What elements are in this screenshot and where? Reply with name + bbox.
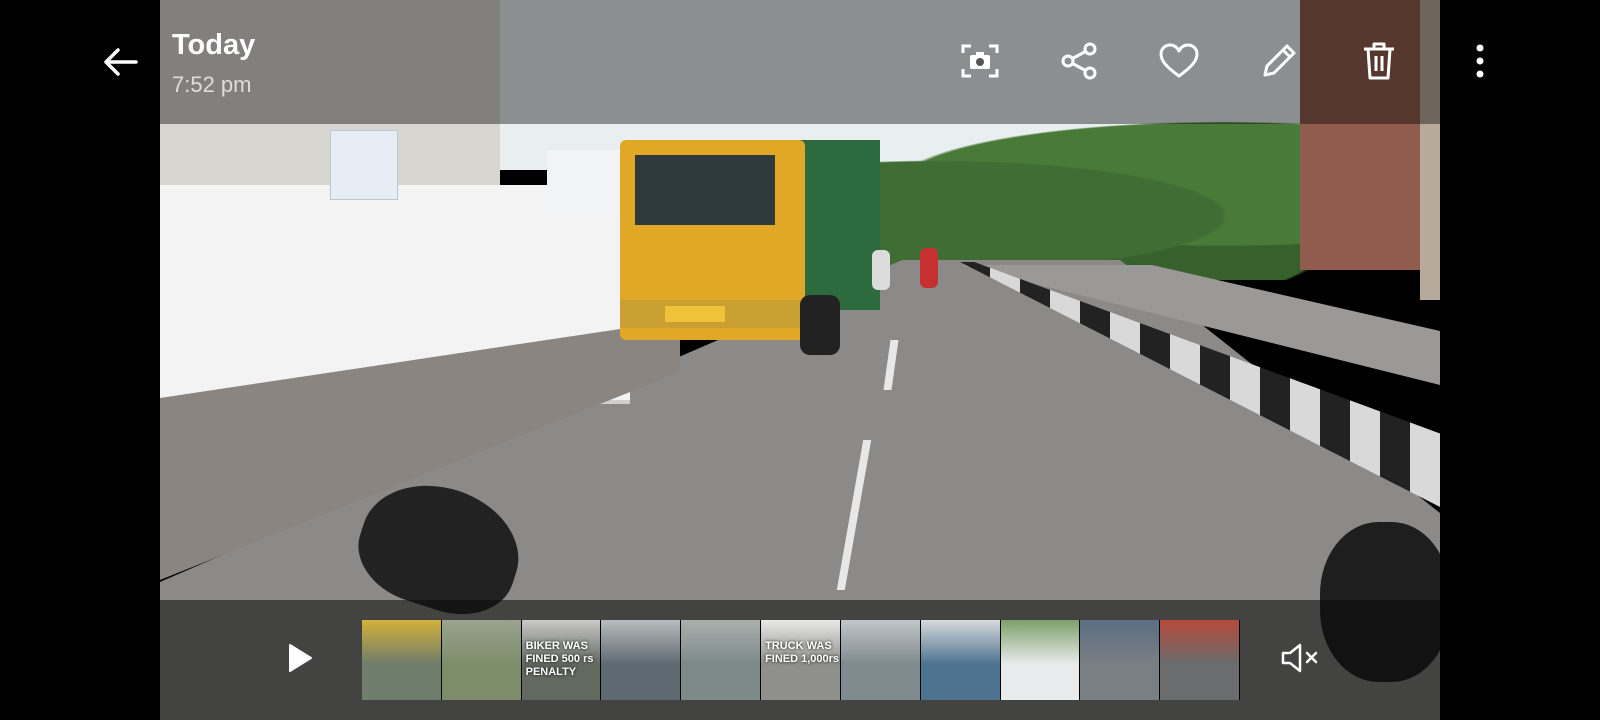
- filmstrip-thumbnail[interactable]: [601, 620, 682, 700]
- thumbnail-caption: TRUCK WAS FINED 1,000rs: [765, 640, 840, 665]
- more-options-button[interactable]: [1456, 41, 1504, 85]
- truck-plate: [665, 306, 725, 322]
- page-title: Today: [172, 29, 256, 61]
- scooter-rider: [920, 248, 938, 288]
- pencil-icon: [1259, 41, 1299, 86]
- filmstrip-thumbnail[interactable]: [441, 620, 522, 700]
- mute-button[interactable]: [1276, 636, 1324, 684]
- play-button[interactable]: [276, 636, 324, 684]
- filmstrip-thumbnail[interactable]: [681, 620, 762, 700]
- filmstrip-thumbnail[interactable]: [362, 620, 442, 700]
- camera-capture-icon: [960, 42, 1000, 85]
- thumbnail-caption: BIKER WAS FINED 500 rs PENALTY: [525, 640, 594, 678]
- filmstrip-thumbnail[interactable]: [920, 620, 1001, 700]
- filmstrip-thumbnail[interactable]: [1160, 620, 1240, 700]
- timestamp: 7:52 pm: [172, 72, 252, 97]
- delete-button[interactable]: [1355, 41, 1403, 85]
- back-button[interactable]: [96, 40, 144, 88]
- more-vertical-icon: [1475, 43, 1485, 84]
- header-scrim: [160, 0, 1440, 124]
- video-filmstrip[interactable]: BIKER WAS FINED 500 rs PENALTY TRUCK WAS …: [362, 620, 1240, 700]
- truck-wheel: [800, 295, 840, 355]
- share-icon: [1060, 41, 1100, 86]
- filmstrip-thumbnail[interactable]: [1000, 620, 1081, 700]
- trash-icon: [1361, 41, 1397, 86]
- arrow-left-icon: [100, 46, 140, 83]
- edit-button[interactable]: [1255, 41, 1303, 85]
- volume-muted-icon: [1280, 641, 1320, 680]
- filmstrip-thumbnail[interactable]: [1080, 620, 1161, 700]
- heart-icon: [1159, 43, 1199, 84]
- scooter-rider: [872, 250, 890, 290]
- favorite-button[interactable]: [1155, 41, 1203, 85]
- filmstrip-thumbnail[interactable]: BIKER WAS FINED 500 rs PENALTY: [521, 620, 602, 700]
- filmstrip-thumbnail[interactable]: [840, 620, 921, 700]
- truck-windshield: [635, 155, 775, 225]
- play-icon: [286, 642, 314, 679]
- filmstrip-thumbnail[interactable]: TRUCK WAS FINED 1,000rs: [761, 620, 841, 700]
- signboard: [330, 130, 398, 200]
- screenshot-button[interactable]: [956, 41, 1004, 85]
- share-button[interactable]: [1056, 41, 1104, 85]
